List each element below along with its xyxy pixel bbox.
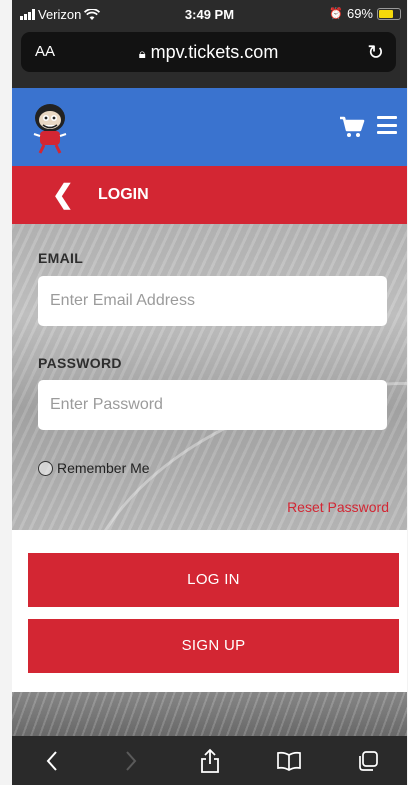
- signup-button[interactable]: SIGN UP: [28, 619, 399, 673]
- email-label: EMAIL: [38, 250, 84, 266]
- bookmarks-icon[interactable]: [269, 746, 309, 776]
- back-icon[interactable]: [32, 746, 72, 776]
- hamburger-menu-icon[interactable]: [377, 116, 397, 134]
- password-label: PASSWORD: [38, 355, 122, 371]
- alarm-icon: ⏰: [329, 8, 343, 20]
- url-text: mpv.tickets.com: [150, 42, 279, 62]
- password-field[interactable]: [38, 380, 387, 430]
- remember-me[interactable]: Remember Me: [38, 460, 150, 476]
- address-bar[interactable]: AA 🔒︎ mpv.tickets.com ↻: [21, 32, 396, 72]
- login-form: EMAIL PASSWORD Remember Me Reset Passwor…: [12, 224, 407, 530]
- stadium-background-image: [12, 692, 407, 736]
- team-mascot-logo[interactable]: [26, 98, 74, 154]
- login-button[interactable]: LOG IN: [28, 553, 399, 607]
- status-bar: Verizon 3:49 PM ⏰ 69%: [12, 0, 407, 30]
- forward-icon[interactable]: [111, 746, 151, 776]
- cart-icon[interactable]: [339, 116, 365, 138]
- share-icon[interactable]: [190, 746, 230, 776]
- battery-percent: 69%: [346, 6, 373, 21]
- remember-checkbox[interactable]: [38, 460, 53, 476]
- browser-toolbar: [12, 736, 407, 785]
- back-chevron-icon[interactable]: ❮: [52, 179, 74, 210]
- tabs-icon[interactable]: [348, 746, 388, 776]
- reset-password-link[interactable]: Reset Password: [287, 499, 389, 515]
- url-display[interactable]: 🔒︎ mpv.tickets.com: [21, 42, 396, 63]
- site-header: [12, 88, 407, 166]
- login-title: LOGIN: [98, 186, 149, 203]
- email-field[interactable]: [38, 276, 387, 326]
- phone-screen: Verizon 3:49 PM ⏰ 69% AA 🔒︎ mpv.tickets.…: [12, 0, 407, 785]
- action-panel: LOG IN SIGN UP: [12, 530, 407, 692]
- login-header: ❮ LOGIN: [12, 166, 407, 224]
- reload-icon[interactable]: ↻: [367, 40, 384, 65]
- lock-icon: 🔒︎: [138, 46, 146, 61]
- battery-icon: [377, 7, 401, 20]
- battery-area: ⏰ 69%: [329, 6, 401, 21]
- remember-label: Remember Me: [57, 460, 150, 476]
